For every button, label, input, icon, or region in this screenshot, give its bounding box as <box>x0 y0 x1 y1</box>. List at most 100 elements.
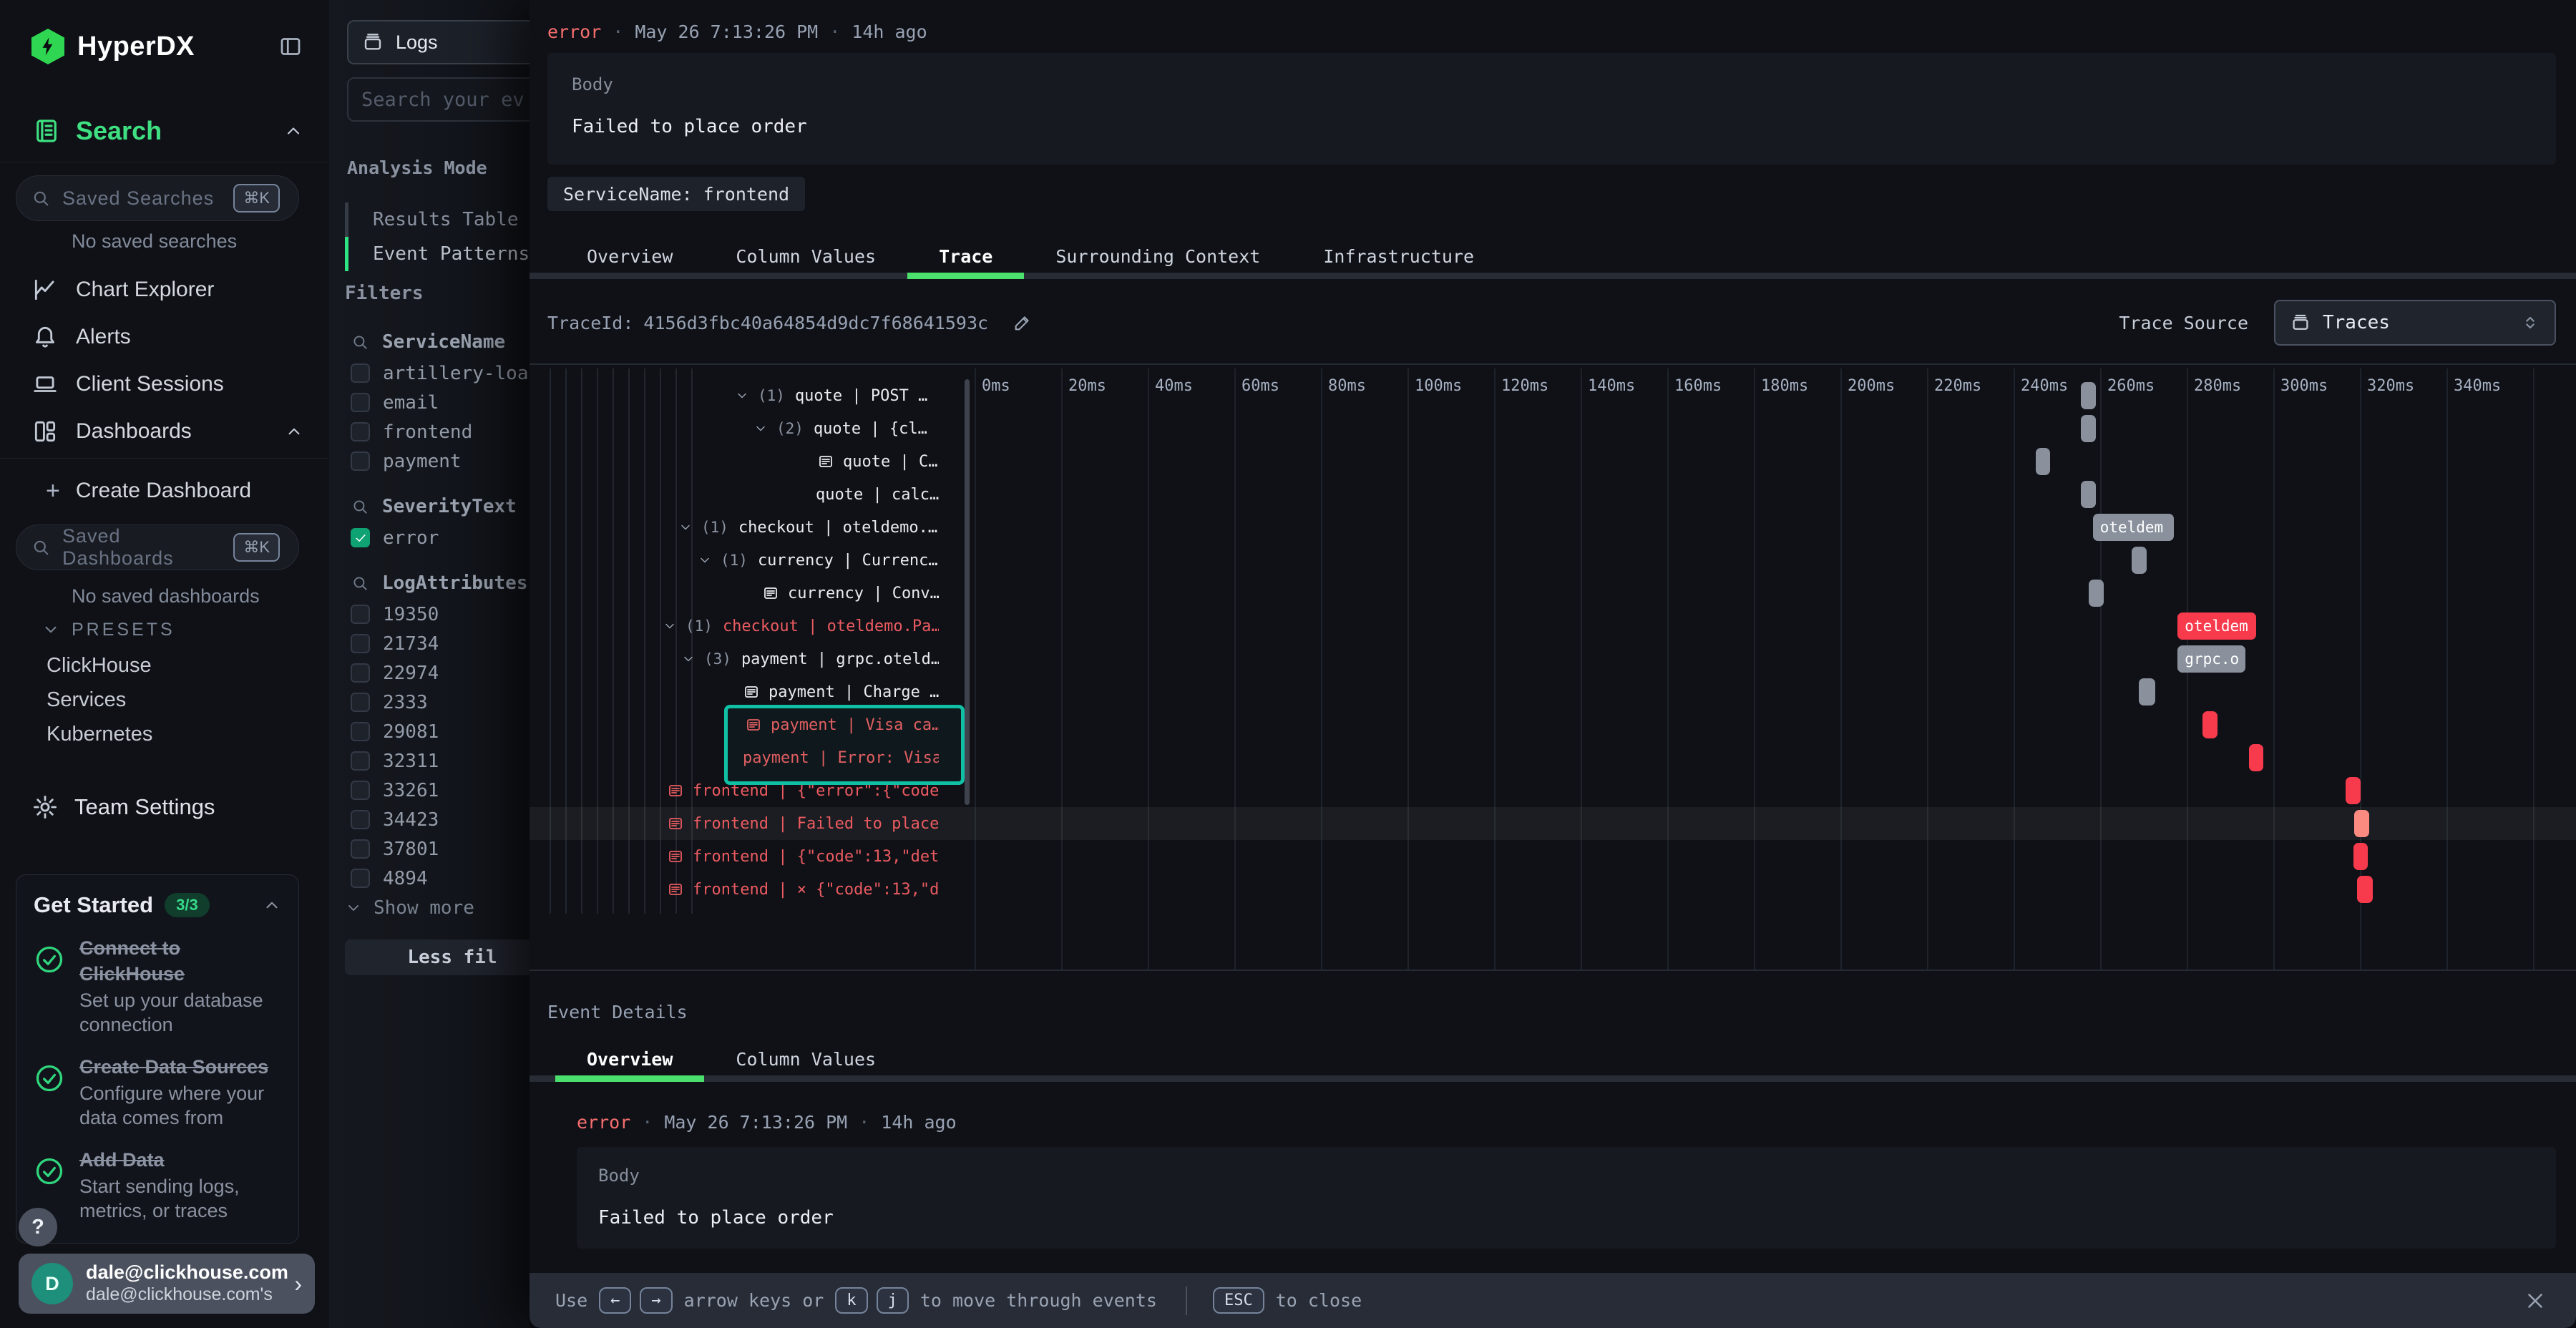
chevron-up-icon[interactable] <box>263 896 281 914</box>
get-started-item[interactable]: Create Data SourcesConfigure where your … <box>34 1054 281 1130</box>
chevron-down-icon[interactable] <box>735 389 749 403</box>
sidebar-item-client-sessions[interactable]: Client Sessions <box>0 361 329 408</box>
span-bar[interactable] <box>2081 481 2096 508</box>
checkbox[interactable] <box>351 781 370 800</box>
chevron-down-icon[interactable] <box>681 652 696 666</box>
sidebar-item-alerts[interactable]: Alerts <box>0 313 329 361</box>
sidebar-item-chart-explorer[interactable]: Chart Explorer <box>0 266 329 313</box>
logs-box-icon <box>361 31 384 54</box>
checkbox[interactable] <box>351 422 370 441</box>
get-started-item[interactable]: Add DataStart sending logs, metrics, or … <box>34 1147 281 1223</box>
trace-span-row[interactable]: (1)checkout | oteldemo.… <box>678 511 939 544</box>
preset-kubernetes[interactable]: Kubernetes <box>47 717 152 751</box>
trace-span-row[interactable]: (1)checkout | oteldemo.Pa… <box>663 610 939 643</box>
chevron-up-icon[interactable] <box>283 121 303 141</box>
filter-option-label: frontend <box>383 421 472 443</box>
chevron-down-icon <box>345 899 362 917</box>
trace-span-row[interactable]: frontend | × {"code":13,"d… <box>667 873 939 906</box>
checkbox-checked[interactable] <box>351 528 370 547</box>
search-icon[interactable] <box>351 497 369 516</box>
close-icon[interactable] <box>2523 1289 2547 1313</box>
get-started-item[interactable]: Connect to ClickHouseSet up your databas… <box>34 935 281 1037</box>
checkbox[interactable] <box>351 693 370 712</box>
checkbox[interactable] <box>351 634 370 653</box>
span-bar[interactable] <box>2353 843 2368 870</box>
checkbox[interactable] <box>351 451 370 471</box>
service-name-chip[interactable]: ServiceName: frontend <box>547 177 805 211</box>
saved-dashboards-input[interactable]: Saved Dashboards ⌘K <box>16 524 299 570</box>
trace-span-row[interactable]: currency | Conv… <box>762 577 939 610</box>
trace-span-row[interactable]: payment | Charge … <box>743 675 939 708</box>
body-value: Failed to place order <box>598 1207 834 1229</box>
trace-span-row[interactable]: frontend | Failed to place… <box>667 807 939 840</box>
span-bar[interactable] <box>2249 744 2263 771</box>
trace-span-row[interactable]: (1)quote | POST … <box>735 379 939 412</box>
trace-span-row[interactable]: (2)quote | {cl… <box>753 412 939 445</box>
checkbox[interactable] <box>351 839 370 859</box>
tree-scrollbar[interactable] <box>965 379 970 805</box>
checkbox[interactable] <box>351 751 370 771</box>
tab-surrounding-context[interactable]: Surrounding Context <box>1024 233 1292 279</box>
user-menu[interactable]: D dale@clickhouse.com dale@clickhouse.co… <box>19 1254 315 1314</box>
span-bar[interactable] <box>2132 547 2147 574</box>
key-arrow-right: → <box>640 1287 672 1314</box>
chevron-down-icon[interactable] <box>663 619 677 633</box>
trace-span-row[interactable]: quote | calc… <box>816 478 939 511</box>
span-bar[interactable] <box>2346 777 2361 804</box>
span-bar[interactable] <box>2081 382 2096 409</box>
span-bar[interactable] <box>2202 711 2218 738</box>
event-timestamp: May 26 7:13:26 PM <box>664 1112 847 1133</box>
sidebar-collapse-icon[interactable] <box>278 34 303 59</box>
tab-infrastructure[interactable]: Infrastructure <box>1292 233 1506 279</box>
help-button[interactable]: ? <box>19 1208 57 1246</box>
checkbox[interactable] <box>351 663 370 683</box>
sidebar-item-search[interactable]: Search <box>31 112 303 150</box>
presets-toggle[interactable]: PRESETS <box>42 615 175 644</box>
span-bar[interactable] <box>2036 448 2050 475</box>
filter-option-label: 32311 <box>383 751 439 772</box>
edit-icon[interactable] <box>1013 313 1033 333</box>
tab-column-values[interactable]: Column Values <box>704 233 907 279</box>
span-bar[interactable] <box>2357 876 2373 903</box>
tab-overview[interactable]: Overview <box>555 233 704 279</box>
chevron-down-icon[interactable] <box>678 520 693 534</box>
event-details-tab-column-values[interactable]: Column Values <box>704 1036 907 1082</box>
trace-span-row[interactable]: (1)currency | Currenc… <box>698 544 939 577</box>
trace-span-row[interactable]: (3)payment | grpc.oteld… <box>681 643 939 675</box>
trace-span-row[interactable]: quote | C… <box>817 445 939 478</box>
span-bar[interactable]: grpc.o <box>2177 645 2245 673</box>
timeline-gridline <box>2014 368 2015 970</box>
trace-source-row: Trace Source Traces <box>2119 299 2556 346</box>
sidebar-item-team-settings[interactable]: Team Settings <box>31 788 215 826</box>
span-bar[interactable]: oteldem <box>2093 514 2174 541</box>
search-icon[interactable] <box>351 333 369 351</box>
span-bar[interactable] <box>2139 678 2155 706</box>
event-details-tab-overview[interactable]: Overview <box>555 1036 704 1082</box>
checkbox[interactable] <box>351 393 370 412</box>
checkbox[interactable] <box>351 605 370 624</box>
span-bar[interactable]: oteldem <box>2177 612 2256 640</box>
create-dashboard-button[interactable]: + Create Dashboard <box>46 474 251 508</box>
chevron-down-icon[interactable] <box>753 421 768 436</box>
sidebar-item-dashboards[interactable]: Dashboards <box>0 408 329 455</box>
checkbox[interactable] <box>351 722 370 741</box>
get-started-header[interactable]: Get Started 3/3 <box>34 892 281 918</box>
span-bar[interactable] <box>2081 415 2096 442</box>
saved-searches-input[interactable]: Saved Searches ⌘K <box>16 175 299 221</box>
analysis-mode-results-table[interactable]: Results Table <box>345 202 530 237</box>
preset-clickhouse[interactable]: ClickHouse <box>47 648 152 683</box>
trace-source-select[interactable]: Traces <box>2274 300 2556 346</box>
checkbox[interactable] <box>351 869 370 888</box>
search-icon[interactable] <box>351 574 369 592</box>
checkbox[interactable] <box>351 810 370 829</box>
span-bar[interactable] <box>2089 580 2104 607</box>
preset-services[interactable]: Services <box>47 683 152 717</box>
checkbox[interactable] <box>351 363 370 383</box>
analysis-mode-event-patterns[interactable]: Event Patterns <box>345 237 530 271</box>
trace-span-row[interactable]: frontend | {"code":13,"det… <box>667 840 939 873</box>
tab-trace[interactable]: Trace <box>907 233 1024 279</box>
chevron-down-icon[interactable] <box>698 553 712 567</box>
trace-waterfall: 0ms20ms40ms60ms80ms100ms120ms140ms160ms1… <box>530 368 2576 970</box>
less-filters-button[interactable]: Less fil <box>345 939 560 975</box>
span-bar[interactable] <box>2354 810 2369 837</box>
